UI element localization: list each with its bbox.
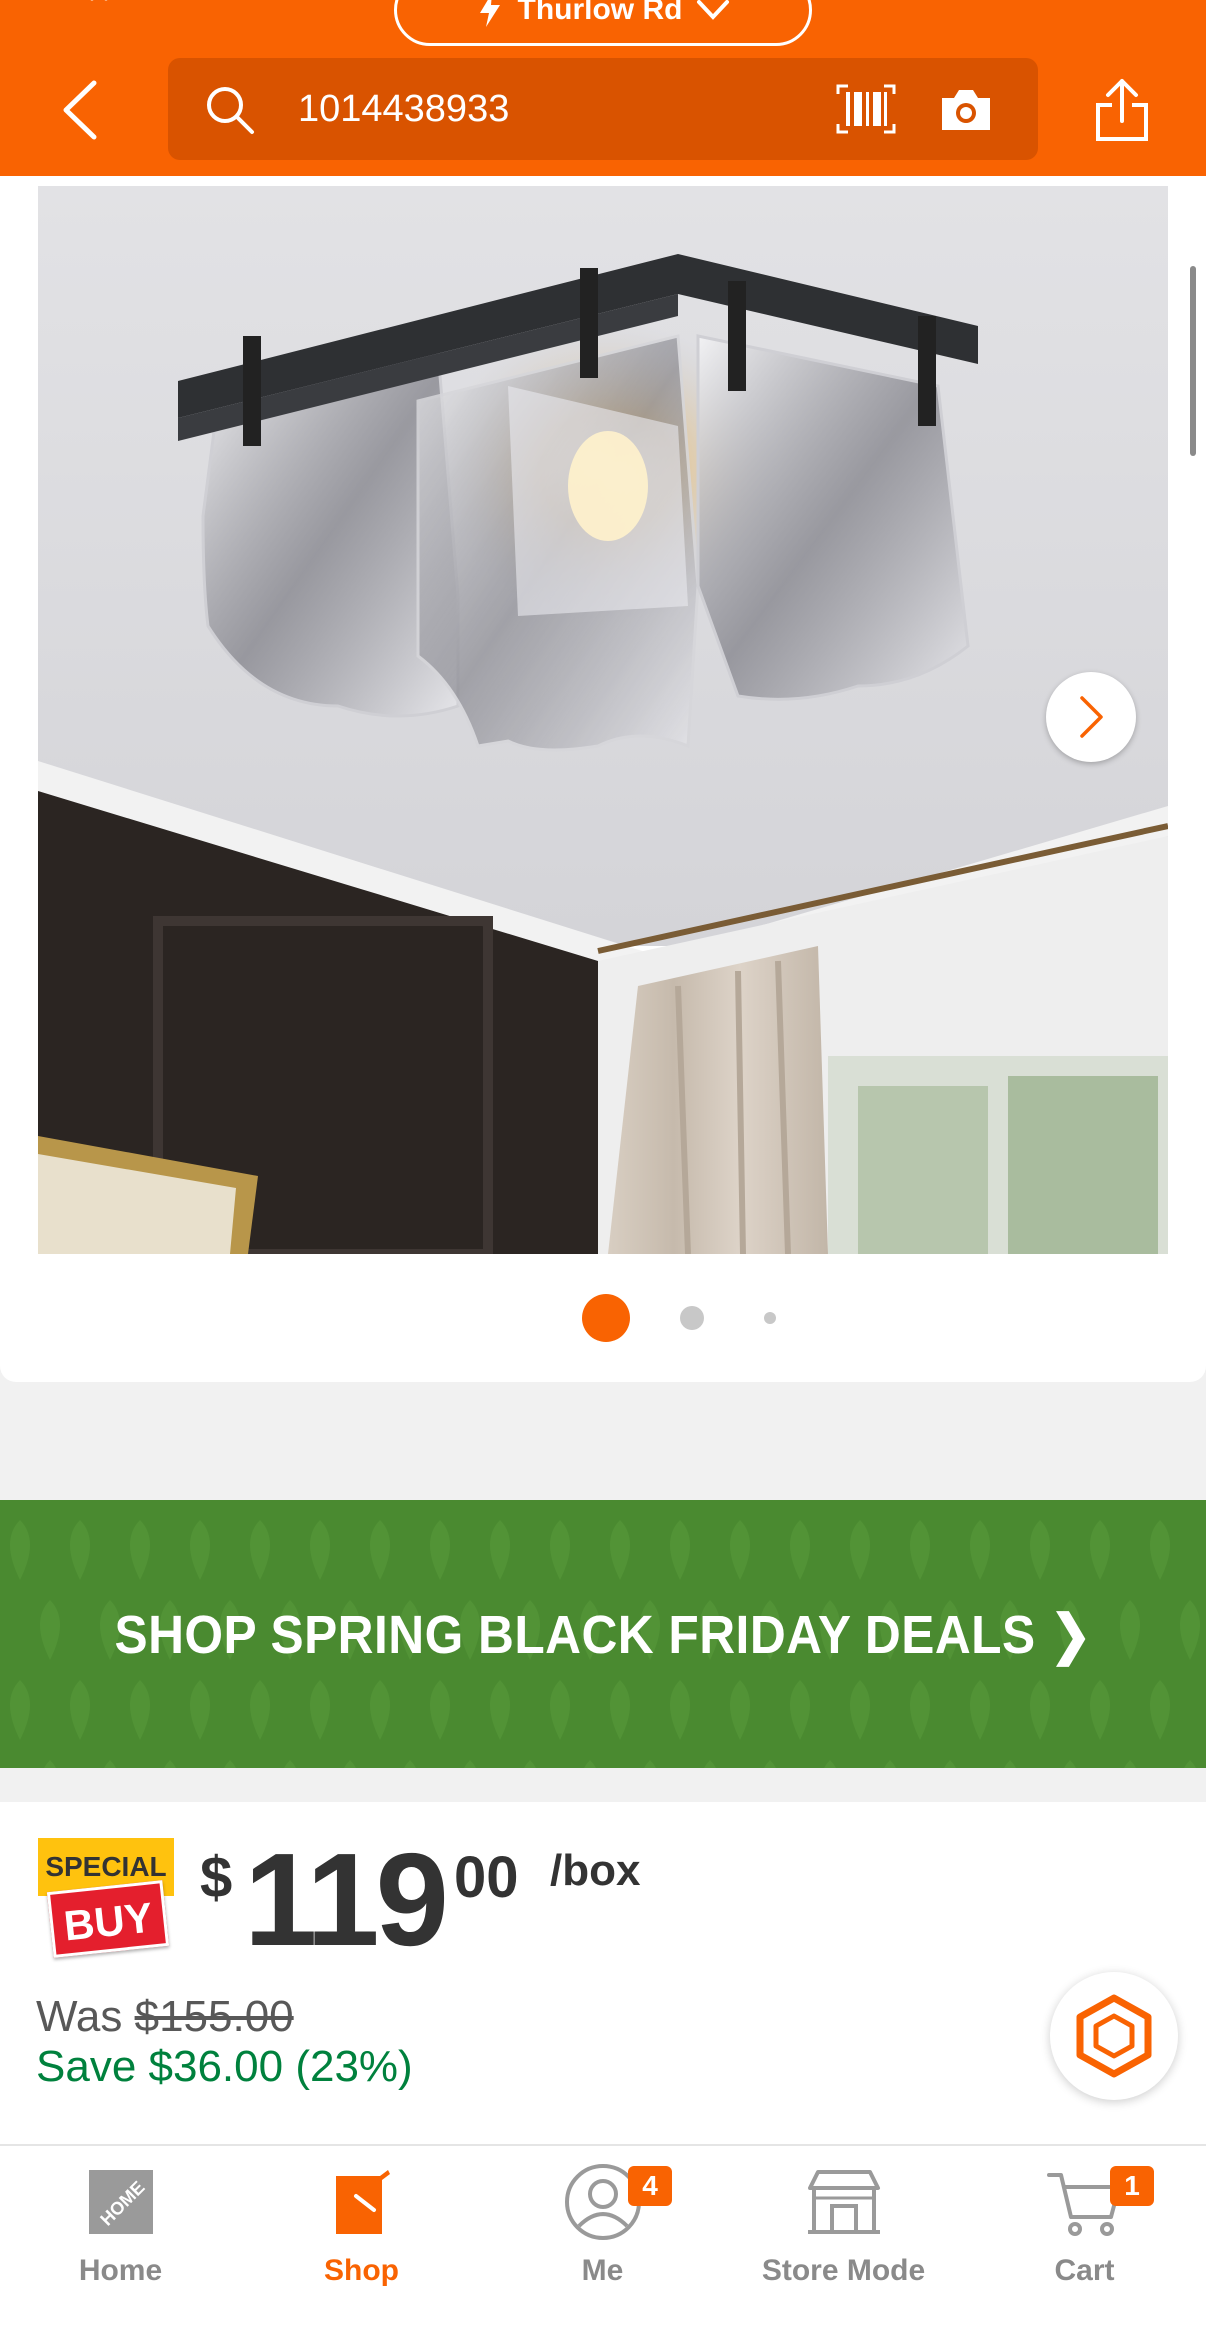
- store-building-icon: [804, 2162, 884, 2242]
- cart-count-badge: 1: [1110, 2166, 1154, 2206]
- scrollbar-thumb[interactable]: [1190, 266, 1196, 456]
- next-image-button[interactable]: [1046, 672, 1136, 762]
- hexagon-assistant-icon: [1076, 1994, 1152, 2078]
- nav-cart-label: Cart: [1054, 2254, 1115, 2287]
- carousel-dot[interactable]: [680, 1306, 704, 1330]
- price-cents: 00: [454, 1845, 519, 1910]
- nav-home[interactable]: HOME Home: [0, 2146, 241, 2306]
- special-buy-badge: SPECIAL BUY: [38, 1838, 174, 1966]
- nav-shop[interactable]: Shop: [241, 2146, 482, 2306]
- home-depot-logo-icon: HOME: [81, 2162, 161, 2242]
- chevron-right-icon: [1080, 696, 1103, 738]
- nav-cart[interactable]: 1 Cart: [964, 2146, 1205, 2306]
- promo-banner[interactable]: SHOP SPRING BLACK FRIDAY DEALS ❯: [0, 1500, 1206, 1768]
- nav-me[interactable]: 4 Me: [482, 2146, 723, 2306]
- nav-me-label: Me: [581, 2254, 624, 2287]
- savings-text: Save $36.00 (23%): [36, 2042, 413, 2091]
- price-unit: /box: [550, 1846, 641, 1895]
- barcode-scan-icon[interactable]: [836, 84, 896, 134]
- search-input[interactable]: 1014438933: [298, 58, 509, 160]
- share-icon: [1096, 79, 1148, 141]
- camera-icon[interactable]: [938, 84, 994, 134]
- product-image-gallery[interactable]: [0, 176, 1206, 1382]
- carousel-dot[interactable]: [764, 1312, 776, 1324]
- nav-store-mode[interactable]: Store Mode: [723, 2146, 964, 2306]
- promo-text[interactable]: SHOP SPRING BLACK FRIDAY DEALS ❯: [114, 1603, 1091, 1666]
- nav-shop-label: Shop: [324, 2254, 399, 2287]
- price-section: SPECIAL BUY $ 119 00 /box Was $155.00 Sa…: [0, 1802, 1206, 2144]
- chat-assistant-button[interactable]: [1050, 1972, 1178, 2100]
- was-price: Was $155.00: [36, 1992, 294, 2042]
- me-notification-badge: 4: [628, 2166, 672, 2206]
- was-label: Was: [36, 1992, 135, 2041]
- price-currency: $: [200, 1845, 233, 1910]
- app-header: Thurlow Rd 1014438933: [0, 0, 1206, 176]
- nav-store-mode-label: Store Mode: [761, 2254, 926, 2287]
- was-value: $155.00: [134, 1992, 294, 2041]
- nav-home-label: Home: [78, 2254, 163, 2287]
- bottom-navigation: HOME Home Shop 4 Me Store Mode 1 Cart: [0, 2144, 1206, 2347]
- price-dollars: 119: [244, 1826, 449, 1973]
- back-button[interactable]: [50, 72, 110, 148]
- product-page: Thurlow Rd 1014438933 SHOP SPRING BLACK …: [0, 0, 1206, 2347]
- ceiling-light-image: [38, 186, 1168, 1254]
- store-selector[interactable]: Thurlow Rd: [394, 0, 812, 46]
- badge-buy-label: BUY: [46, 1880, 170, 1958]
- share-button[interactable]: [1092, 72, 1152, 148]
- chevron-down-icon: [697, 0, 730, 20]
- search-bar[interactable]: 1014438933: [168, 58, 1038, 160]
- paint-bucket-icon: [322, 2162, 402, 2242]
- product-photo[interactable]: [38, 186, 1168, 1254]
- carousel-dot-active[interactable]: [582, 1294, 630, 1342]
- search-icon: [207, 87, 254, 134]
- chevron-left-icon: [63, 80, 97, 140]
- store-name: Thurlow Rd: [517, 0, 683, 26]
- lightning-icon: [479, 0, 500, 27]
- close-icon[interactable]: [72, 0, 122, 8]
